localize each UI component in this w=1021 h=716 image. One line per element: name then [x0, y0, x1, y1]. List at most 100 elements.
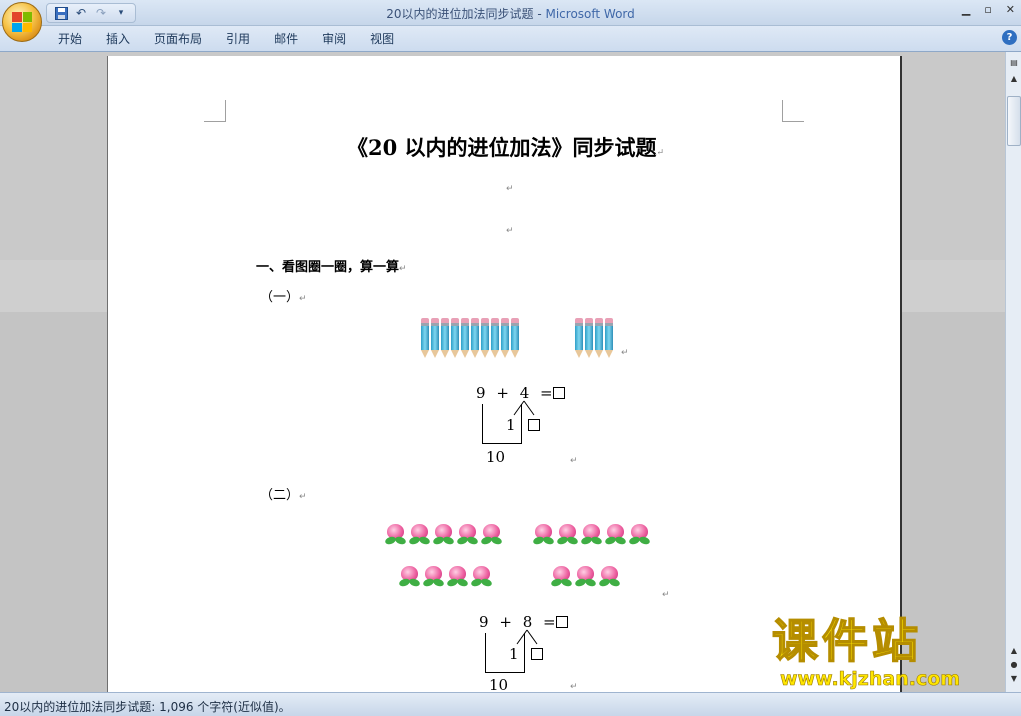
paragraph-mark: ↵ [662, 590, 670, 600]
pencil-icon [595, 318, 603, 358]
section-heading-text: 一、看图圈一圈，算一算 [256, 260, 400, 275]
office-button[interactable] [2, 2, 42, 42]
peach-icon [556, 522, 579, 546]
eq2-operator: + [499, 613, 512, 631]
peach-icon [550, 564, 573, 588]
part2-label: （二）↵ [260, 484, 307, 503]
peach-icon [384, 522, 407, 546]
scroll-thumb[interactable] [1007, 96, 1021, 146]
tab-references[interactable]: 引用 [214, 31, 262, 47]
part2-label-text: （二） [260, 488, 300, 503]
pencil-icon [461, 318, 469, 358]
document-title: 《20 以内的进位加法》同步试题↵ [108, 132, 903, 162]
watermark-title: 课件站 [771, 613, 922, 669]
part1-label: （一）↵ [260, 286, 307, 305]
help-icon[interactable]: ? [1002, 30, 1017, 45]
pencil-icon [421, 318, 429, 358]
title-bar: ↶ ↷ ▾ 20以内的进位加法同步试题 - Microsoft Word ▁ ▫… [0, 0, 1021, 26]
peach-row2-group-b [550, 564, 621, 588]
document-title-text: 《20 以内的进位加法》同步试题 [346, 135, 657, 160]
eq1-ten: 10 [486, 448, 506, 466]
eq1-split-box[interactable] [528, 419, 541, 431]
tab-home[interactable]: 开始 [46, 31, 94, 47]
pencil-icon [501, 318, 509, 358]
pencil-icon [481, 318, 489, 358]
document-area: 《20 以内的进位加法》同步试题↵ ↵ ↵ 一、看图圈一圈，算一算↵ （一）↵ … [0, 52, 1005, 716]
vertical-scrollbar[interactable]: ▤ ▲ ▲ ● ▼ [1005, 52, 1021, 692]
maximize-icon[interactable]: ▫ [984, 3, 991, 16]
paragraph-mark: ↵ [621, 348, 629, 358]
window-title: 20以内的进位加法同步试题 - Microsoft Word [0, 5, 1021, 22]
status-bar: 20以内的进位加法同步试题: 1,096 个字符(近似值)。 [0, 692, 1021, 716]
eq2-split-box[interactable] [531, 648, 544, 660]
crop-mark-top-right [782, 100, 804, 122]
title-separator: - [533, 7, 546, 21]
watermark-logo: 课件站 www.kjzhan.com [770, 613, 1008, 692]
pencil-icon [575, 318, 583, 358]
peach-icon [456, 522, 479, 546]
window-controls: ▁ ▫ ✕ [962, 3, 1015, 16]
pencil-icon [471, 318, 479, 358]
scroll-up-icon[interactable]: ▲ [1007, 72, 1021, 86]
paragraph-mark: ↵ [299, 492, 307, 502]
peach-icon [604, 522, 627, 546]
part1-label-text: （一） [260, 290, 300, 305]
tab-page-layout[interactable]: 页面布局 [142, 31, 214, 47]
peach-icon [446, 564, 469, 588]
close-icon[interactable]: ✕ [1006, 3, 1015, 16]
tab-mailings[interactable]: 邮件 [262, 31, 310, 47]
eq2-split-row: 1 [509, 645, 544, 663]
peach-icon [574, 564, 597, 588]
peach-icon [480, 522, 503, 546]
crop-mark-top-left [204, 100, 226, 122]
watermark-url: www.kjzhan.com [780, 668, 961, 691]
paragraph-mark: ↵ [399, 264, 407, 274]
paragraph-mark: ↵ [506, 184, 514, 194]
eq1-answer-box[interactable] [552, 387, 565, 399]
tab-insert[interactable]: 插入 [94, 31, 142, 47]
peach-row2-group-a [398, 564, 493, 588]
peach-icon [580, 522, 603, 546]
eq2-addend-a: 9 [479, 613, 489, 631]
eq1-addend-a: 9 [476, 384, 486, 402]
peach-row1-group-b [532, 522, 651, 546]
select-browse-object-icon[interactable]: ● [1007, 658, 1021, 672]
tab-review[interactable]: 审阅 [310, 31, 358, 47]
eq2-split-part: 1 [509, 645, 519, 663]
eq1-split-row: 1 [506, 416, 541, 434]
pencil-icon [491, 318, 499, 358]
previous-page-icon[interactable]: ▲ [1007, 644, 1021, 658]
eq2-equals: = [543, 613, 556, 631]
eq1-operator: + [496, 384, 509, 402]
document-name: 20以内的进位加法同步试题 [386, 7, 534, 21]
eq1-split-lines [513, 400, 535, 416]
ribbon-tabs: 开始 插入 页面布局 引用 邮件 审阅 视图 [46, 31, 406, 47]
status-text: 20以内的进位加法同步试题: 1,096 个字符(近似值)。 [4, 700, 291, 714]
paragraph-mark: ↵ [570, 682, 578, 692]
peach-icon [628, 522, 651, 546]
eq1-equals: = [540, 384, 553, 402]
peach-icon [408, 522, 431, 546]
paragraph-mark: ↵ [570, 456, 578, 466]
eq1-bracket-line [482, 443, 522, 444]
office-logo-icon [12, 12, 32, 32]
next-page-icon[interactable]: ▼ [1007, 672, 1021, 686]
peach-row1-group-a [384, 522, 503, 546]
pencil-icon [431, 318, 439, 358]
tab-view[interactable]: 视图 [358, 31, 406, 47]
eq2-bracket-line [485, 633, 486, 673]
pencil-icon [605, 318, 613, 358]
eq2-answer-box[interactable] [555, 616, 568, 628]
ruler-toggle-icon[interactable]: ▤ [1007, 56, 1021, 70]
peach-icon [432, 522, 455, 546]
eq1-split-part: 1 [506, 416, 516, 434]
pencil-group-a [421, 318, 519, 358]
section-heading: 一、看图圈一圈，算一算↵ [256, 256, 407, 275]
app-name: Microsoft Word [545, 7, 635, 21]
pencil-group-b [575, 318, 613, 358]
peach-icon [532, 522, 555, 546]
minimize-icon[interactable]: ▁ [962, 3, 970, 16]
pencil-icon [441, 318, 449, 358]
paragraph-mark: ↵ [299, 294, 307, 304]
paragraph-mark: ↵ [656, 148, 665, 158]
